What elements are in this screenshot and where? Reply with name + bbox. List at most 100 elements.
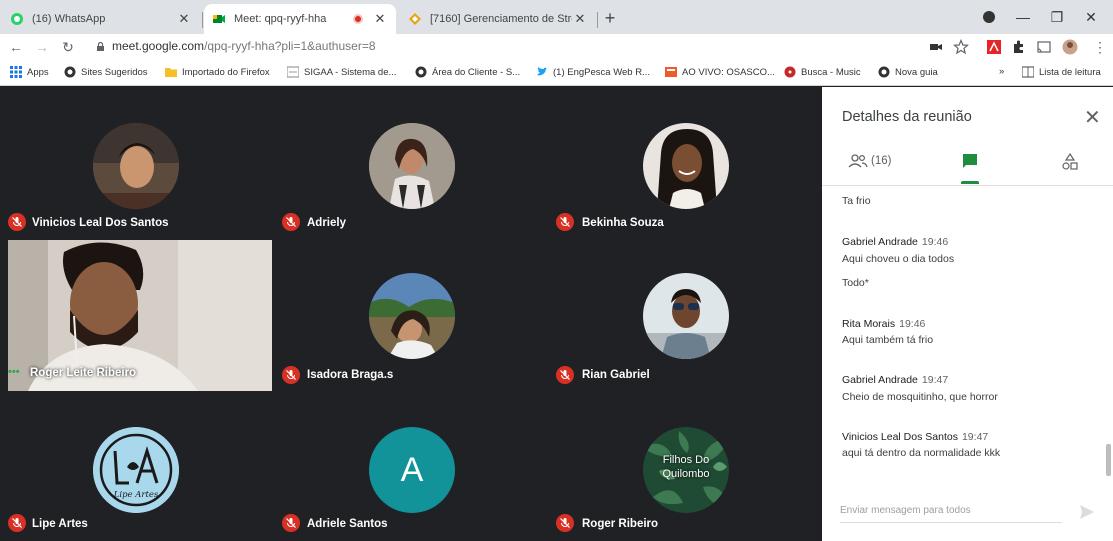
message-time: 19:47 bbox=[961, 431, 989, 443]
lock-icon[interactable] bbox=[96, 42, 105, 51]
cast-icon[interactable] bbox=[1036, 39, 1052, 55]
bookmark-nova-guia[interactable]: Nova guia bbox=[878, 66, 938, 78]
bookmark-importado-firefox[interactable]: Importado do Firefox bbox=[165, 66, 270, 78]
bookmarks-bar: Apps Sites Sugeridos Importado do Firefo… bbox=[0, 60, 1113, 86]
star-icon[interactable] bbox=[953, 39, 969, 55]
people-icon bbox=[848, 154, 868, 168]
meeting-details-panel: Detalhes da reunião ✕ (16) Ta frio Gabri… bbox=[822, 87, 1113, 541]
message-time: 19:46 bbox=[899, 318, 926, 330]
bookmark-label: Área do Cliente - S... bbox=[432, 66, 521, 78]
chat-message-header: Gabriel Andrade 19:46 bbox=[842, 236, 948, 248]
avatar bbox=[643, 123, 729, 209]
minimize-button[interactable]: — bbox=[1008, 6, 1038, 28]
reading-list-icon bbox=[1022, 66, 1034, 78]
globe-icon bbox=[415, 66, 427, 78]
profile-menu-icon[interactable] bbox=[974, 6, 1004, 28]
pdf-extension-icon[interactable] bbox=[986, 39, 1002, 55]
reload-button[interactable]: ↻ bbox=[58, 37, 78, 57]
message-input[interactable]: Enviar mensagem para todos bbox=[840, 505, 1062, 523]
browser-menu-icon[interactable]: ⋮ bbox=[1090, 37, 1110, 57]
participant-name: Lipe Artes bbox=[32, 518, 88, 530]
avatar: A bbox=[369, 427, 455, 513]
participant-name: Roger Ribeiro bbox=[582, 518, 659, 530]
apps-grid-icon bbox=[10, 66, 22, 78]
muted-mic-icon bbox=[282, 213, 300, 231]
participant-name: Adriely bbox=[307, 217, 346, 229]
recording-indicator-icon bbox=[353, 14, 363, 24]
muted-mic-icon bbox=[282, 514, 300, 532]
more-bookmarks-label: » bbox=[999, 66, 1005, 77]
globe-icon bbox=[64, 66, 76, 78]
logo-text: Lipe Artes bbox=[113, 490, 159, 500]
tab-whatsapp[interactable]: (16) WhatsApp ✕ bbox=[2, 4, 200, 34]
participant-name: Rian Gabriel bbox=[582, 369, 650, 381]
muted-mic-icon bbox=[556, 514, 574, 532]
more-bookmarks-button[interactable]: » bbox=[999, 66, 1004, 77]
new-tab-button[interactable]: + bbox=[600, 8, 620, 29]
chat-message-header: Rita Morais 19:46 bbox=[842, 318, 925, 330]
bookmark-engpesca[interactable]: (1) EngPesca Web R... bbox=[536, 66, 650, 78]
bookmark-busca-music[interactable]: Busca - Music bbox=[784, 66, 861, 78]
participant-name: Bekinha Souza bbox=[582, 217, 664, 229]
globe-icon bbox=[878, 66, 890, 78]
chat-scrollbar[interactable] bbox=[1106, 444, 1111, 476]
close-icon[interactable]: ✕ bbox=[1084, 105, 1101, 130]
chat-message-text: Aqui também tá frio bbox=[842, 334, 934, 346]
tab-close-icon[interactable]: ✕ bbox=[372, 11, 388, 27]
tab-title: (16) WhatsApp bbox=[32, 13, 106, 25]
tab-meet[interactable]: Meet: qpq-ryyf-hha ✕ bbox=[204, 4, 396, 34]
folder-icon bbox=[165, 68, 177, 77]
chat-message-text: Ta frio bbox=[842, 195, 871, 207]
avatar bbox=[369, 273, 455, 359]
camera-in-use-icon[interactable] bbox=[928, 39, 944, 55]
bookmark-apps[interactable]: Apps bbox=[10, 66, 49, 78]
window-close-button[interactable]: ✕ bbox=[1076, 6, 1106, 28]
chat-message-text: Aqui choveu o dia todos bbox=[842, 253, 955, 265]
muted-mic-icon bbox=[8, 514, 26, 532]
participant-name: Roger Leite Ribeiro bbox=[30, 367, 137, 379]
profile-avatar-icon[interactable] bbox=[1062, 39, 1078, 55]
bookmark-label: SIGAA - Sistema de... bbox=[304, 66, 397, 78]
active-tab-indicator bbox=[961, 181, 979, 184]
tab-people[interactable]: (16) bbox=[848, 153, 891, 169]
bookmark-ao-vivo-osasco[interactable]: AO VIVO: OSASCO... bbox=[665, 66, 775, 78]
chat-messages[interactable]: Ta frio Gabriel Andrade 19:46 Aqui choveu… bbox=[822, 186, 1113, 478]
tab-close-icon[interactable]: ✕ bbox=[176, 11, 192, 27]
message-sender: Gabriel Andrade bbox=[842, 374, 918, 386]
bookmark-label: AO VIVO: OSASCO... bbox=[682, 66, 775, 78]
bookmark-sigaa[interactable]: SIGAA - Sistema de... bbox=[287, 66, 396, 78]
message-sender: Rita Morais bbox=[842, 318, 896, 330]
message-sender: Gabriel Andrade bbox=[842, 236, 918, 248]
bookmark-sites-sugeridos[interactable]: Sites Sugeridos bbox=[64, 66, 148, 78]
message-time: 19:46 bbox=[921, 236, 949, 248]
muted-mic-icon bbox=[282, 366, 300, 384]
activities-icon[interactable] bbox=[1062, 153, 1078, 171]
tab-close-icon[interactable]: ✕ bbox=[572, 11, 588, 27]
tab-streaming[interactable]: [7160] Gerenciamento de Stream ✕ bbox=[400, 4, 596, 34]
avatar-initial: A bbox=[400, 450, 424, 489]
reading-list-button[interactable]: Lista de leitura bbox=[1022, 66, 1101, 78]
twitter-bird-icon bbox=[537, 67, 548, 76]
address-bar[interactable]: meet.google.com/qpq-ryyf-hha?pli=1&authu… bbox=[112, 39, 376, 53]
restore-button[interactable]: ❐ bbox=[1042, 6, 1072, 28]
video-tile[interactable]: ••• Roger Leite Ribeiro bbox=[8, 240, 272, 391]
bookmark-area-cliente[interactable]: Área do Cliente - S... bbox=[415, 66, 520, 78]
bookmark-label: Sites Sugeridos bbox=[81, 66, 148, 78]
news-icon bbox=[665, 67, 677, 77]
speaking-indicator-icon: ••• bbox=[8, 366, 20, 378]
chat-message-text: Cheio de mosquitinho, que horror bbox=[842, 391, 998, 403]
browser-tab-strip: (16) WhatsApp ✕ Meet: qpq-ryyf-hha ✕ [71… bbox=[0, 0, 1113, 34]
url-path: /qpq-ryyf-hha?pli=1&authuser=8 bbox=[204, 39, 376, 53]
send-icon[interactable] bbox=[1078, 503, 1096, 521]
tab-separator bbox=[202, 12, 203, 28]
message-time: 19:47 bbox=[921, 374, 949, 386]
google-meet-icon bbox=[213, 15, 225, 23]
extensions-puzzle-icon[interactable] bbox=[1011, 39, 1027, 55]
back-button[interactable]: ← bbox=[6, 37, 26, 57]
participant-name: Isadora Braga.s bbox=[307, 369, 394, 381]
forward-button[interactable]: → bbox=[32, 37, 52, 57]
music-icon bbox=[784, 66, 796, 78]
chat-icon[interactable] bbox=[962, 153, 978, 169]
sigaa-icon bbox=[287, 66, 299, 78]
bookmark-label: Nova guia bbox=[895, 66, 938, 78]
